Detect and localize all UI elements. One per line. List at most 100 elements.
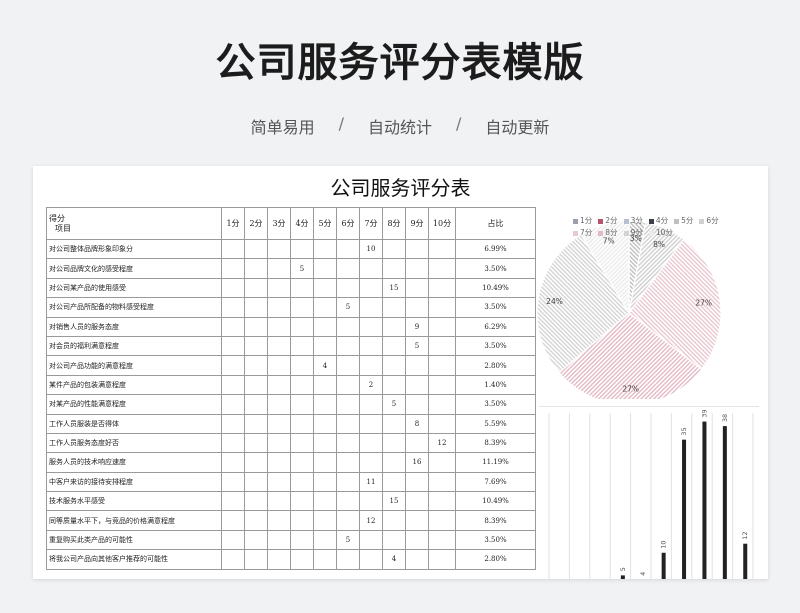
score-cell[interactable] <box>428 355 456 376</box>
score-cell[interactable] <box>382 471 406 493</box>
ratio-cell[interactable]: 8.39% <box>455 510 536 531</box>
score-cell[interactable] <box>405 529 429 551</box>
score-cell[interactable] <box>313 529 337 551</box>
score-cell[interactable] <box>382 238 406 260</box>
score-cell[interactable] <box>405 355 429 376</box>
score-cell[interactable] <box>244 258 268 279</box>
ratio-cell[interactable]: 3.50% <box>455 394 536 415</box>
score-cell[interactable] <box>313 297 337 318</box>
score-cell[interactable] <box>290 297 314 318</box>
score-cell[interactable] <box>290 529 314 551</box>
ratio-cell[interactable]: 10.49% <box>455 491 536 512</box>
score-cell[interactable] <box>359 529 383 551</box>
score-cell[interactable] <box>221 529 245 551</box>
score-cell[interactable] <box>405 432 429 454</box>
score-cell[interactable] <box>221 316 245 337</box>
score-cell[interactable] <box>290 413 314 434</box>
score-cell[interactable] <box>359 258 383 279</box>
score-cell[interactable] <box>313 432 337 454</box>
score-cell[interactable] <box>336 491 360 512</box>
score-cell[interactable] <box>359 452 383 473</box>
score-cell[interactable] <box>359 355 383 376</box>
score-cell[interactable] <box>221 549 245 570</box>
score-cell[interactable] <box>244 335 268 357</box>
score-cell[interactable] <box>428 394 456 415</box>
score-cell[interactable] <box>336 258 360 279</box>
score-cell[interactable] <box>405 491 429 512</box>
score-cell[interactable] <box>244 432 268 454</box>
score-cell[interactable]: 12 <box>428 432 456 454</box>
score-cell[interactable] <box>221 394 245 415</box>
score-cell[interactable] <box>267 297 291 318</box>
score-cell[interactable] <box>313 549 337 570</box>
score-cell[interactable] <box>244 277 268 299</box>
score-cell[interactable] <box>221 238 245 260</box>
score-cell[interactable] <box>359 413 383 434</box>
score-cell[interactable] <box>221 258 245 279</box>
item-cell[interactable]: 重复购买此类产品的可能性 <box>46 529 222 551</box>
bar[interactable] <box>620 575 625 579</box>
ratio-cell[interactable]: 3.50% <box>455 297 536 318</box>
ratio-cell[interactable]: 10.49% <box>455 277 536 299</box>
item-cell[interactable]: 对公司品牌文化的感受程度 <box>46 258 222 279</box>
score-cell[interactable] <box>290 491 314 512</box>
score-cell[interactable]: 5 <box>382 394 406 415</box>
item-cell[interactable]: 对公司产品所配备的物料感受程度 <box>46 297 222 318</box>
score-cell[interactable] <box>336 510 360 531</box>
ratio-cell[interactable]: 8.39% <box>455 432 536 454</box>
score-cell[interactable] <box>428 452 456 473</box>
score-cell[interactable]: 4 <box>382 549 406 570</box>
score-cell[interactable] <box>336 316 360 337</box>
ratio-cell[interactable]: 7.69% <box>455 471 536 493</box>
score-cell[interactable] <box>313 394 337 415</box>
score-cell[interactable] <box>382 374 406 396</box>
score-cell[interactable] <box>290 452 314 473</box>
item-cell[interactable]: 工作人员服务态度好否 <box>46 432 222 454</box>
score-cell[interactable] <box>336 335 360 357</box>
score-cell[interactable] <box>267 355 291 376</box>
score-cell[interactable] <box>313 258 337 279</box>
score-cell[interactable] <box>405 471 429 493</box>
score-cell[interactable] <box>405 258 429 279</box>
score-cell[interactable] <box>244 238 268 260</box>
score-cell[interactable] <box>336 452 360 473</box>
item-cell[interactable]: 将我公司产品向其他客户推荐的可能性 <box>46 549 222 570</box>
score-cell[interactable] <box>336 374 360 396</box>
score-cell[interactable] <box>290 316 314 337</box>
score-cell[interactable] <box>244 413 268 434</box>
item-cell[interactable]: 中客户来访的接待安排程度 <box>46 471 222 493</box>
score-cell[interactable] <box>382 355 406 376</box>
score-cell[interactable] <box>382 452 406 473</box>
score-cell[interactable] <box>382 413 406 434</box>
score-cell[interactable] <box>359 297 383 318</box>
score-cell[interactable] <box>267 277 291 299</box>
score-cell[interactable] <box>382 335 406 357</box>
bar[interactable] <box>702 421 707 579</box>
score-cell[interactable] <box>313 277 337 299</box>
score-cell[interactable] <box>267 491 291 512</box>
ratio-cell[interactable]: 3.50% <box>455 335 536 357</box>
score-cell[interactable] <box>290 549 314 570</box>
score-cell[interactable]: 12 <box>359 510 383 531</box>
score-cell[interactable] <box>359 335 383 357</box>
item-cell[interactable]: 对会员的福利满意程度 <box>46 335 222 357</box>
score-cell[interactable] <box>267 510 291 531</box>
score-cell[interactable] <box>382 432 406 454</box>
score-cell[interactable]: 5 <box>336 297 360 318</box>
score-cell[interactable] <box>290 374 314 396</box>
score-cell[interactable] <box>221 491 245 512</box>
score-cell[interactable] <box>382 258 406 279</box>
score-cell[interactable] <box>359 491 383 512</box>
score-cell[interactable]: 11 <box>359 471 383 493</box>
score-cell[interactable] <box>267 452 291 473</box>
score-cell[interactable] <box>313 413 337 434</box>
ratio-cell[interactable]: 3.50% <box>455 529 536 551</box>
score-cell[interactable]: 9 <box>405 316 429 337</box>
item-cell[interactable]: 对某产品的性能满意程度 <box>46 394 222 415</box>
score-cell[interactable] <box>221 413 245 434</box>
score-cell[interactable] <box>267 316 291 337</box>
score-cell[interactable] <box>290 432 314 454</box>
score-cell[interactable] <box>244 394 268 415</box>
score-cell[interactable] <box>336 238 360 260</box>
score-cell[interactable] <box>428 374 456 396</box>
